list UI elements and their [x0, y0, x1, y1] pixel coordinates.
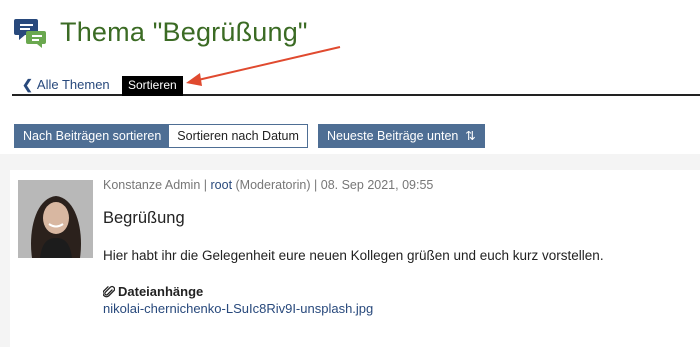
- sort-by-date-button[interactable]: Sortieren nach Datum: [169, 125, 307, 147]
- attachments-label: Dateianhänge: [118, 284, 204, 299]
- back-link-label: Alle Themen: [36, 77, 110, 92]
- newest-posts-bottom-label: Neueste Beiträge unten: [327, 129, 459, 143]
- post-title: Begrüßung: [103, 209, 185, 227]
- page-title: Thema "Begrüßung": [60, 17, 308, 47]
- newest-posts-bottom-button[interactable]: Neueste Beiträge unten ⇅: [318, 124, 485, 148]
- sort-toolbar: Nach Beiträgen sortieren Sortieren nach …: [0, 118, 700, 154]
- sort-arrows-icon: ⇅: [461, 129, 476, 143]
- post-meta: Konstanze Admin | root (Moderatorin) | 0…: [103, 178, 433, 192]
- paperclip-icon: [102, 285, 116, 298]
- sort-mode-toggle: Nach Beiträgen sortieren Sortieren nach …: [14, 124, 308, 148]
- meta-separator: |: [310, 178, 321, 192]
- username-link[interactable]: root: [211, 178, 233, 192]
- avatar-portrait-icon: [18, 180, 93, 258]
- sort-by-posts-button[interactable]: Nach Beiträgen sortieren: [15, 125, 170, 147]
- post-author: Konstanze Admin: [103, 178, 201, 192]
- tab-bar: ❮ Alle Themen Sortieren: [12, 76, 700, 96]
- chevron-left-icon: ❮: [22, 77, 33, 92]
- meta-separator: |: [200, 178, 211, 192]
- forum-chat-icon: [14, 19, 46, 48]
- user-role: (Moderatorin): [232, 178, 311, 192]
- back-to-all-topics-link[interactable]: ❮ Alle Themen: [22, 77, 110, 93]
- tab-sortieren[interactable]: Sortieren: [122, 76, 183, 96]
- attachment-file-link[interactable]: nikolai-chernichenko-LSuIc8Riv9I-unsplas…: [103, 301, 373, 316]
- post-date: 08. Sep 2021, 09:55: [320, 178, 434, 192]
- page-header: Thema "Begrüßung" ❮ Alle Themen Sortieren: [0, 0, 700, 118]
- avatar[interactable]: [18, 180, 93, 258]
- attachments-heading: Dateianhänge: [102, 284, 204, 299]
- post-body: Hier habt ihr die Gelegenheit eure neuen…: [103, 248, 604, 263]
- forum-post: Konstanze Admin | root (Moderatorin) | 0…: [10, 170, 700, 347]
